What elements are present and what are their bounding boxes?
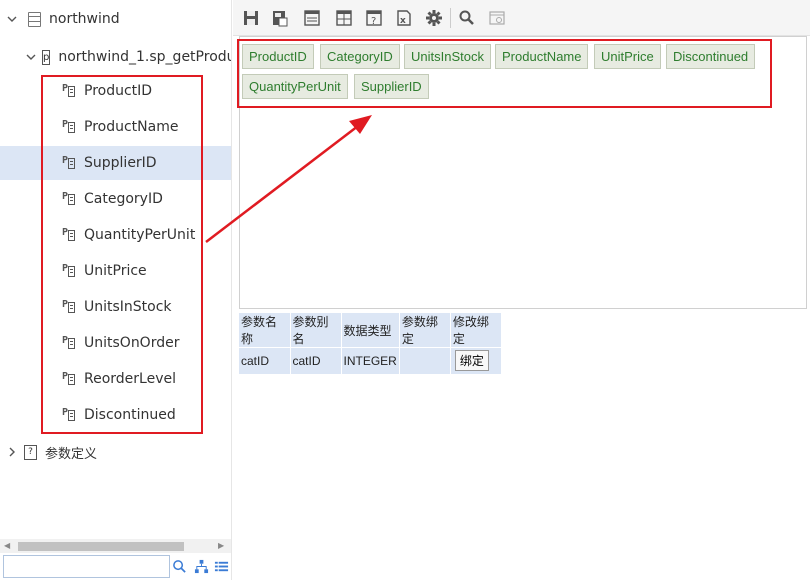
designer-toolbar: ? x [233,0,810,36]
tree-label-northwind: northwind [49,11,120,27]
save-as-icon[interactable] [271,9,289,27]
search-icon[interactable] [172,559,187,574]
scroll-right-icon[interactable]: ▶ [218,541,224,550]
tree-label-param-def: 参数定义 [45,446,98,462]
chevron-down-icon[interactable] [6,13,18,25]
scrollbar-thumb[interactable] [18,542,184,551]
tree-structure-icon[interactable] [194,559,209,574]
layout-icon[interactable] [303,9,321,27]
param-name-cell: catID [239,347,291,374]
tree-node-procedure[interactable]: p northwind_1.sp_getProdu [0,40,232,74]
column-header: 数据类型 [341,313,400,348]
fields-highlight-box [41,75,203,434]
param-binding-cell [399,347,451,374]
excel-icon[interactable]: x [395,9,413,27]
save-icon[interactable] [242,9,260,27]
grid-icon[interactable] [335,9,353,27]
gear-icon[interactable] [425,9,443,27]
tree-label-procedure: northwind_1.sp_getProdu [58,49,232,65]
horizontal-scrollbar[interactable]: ◀ ▶ [0,539,231,553]
tree-search-input[interactable] [3,555,170,578]
procedure-icon: p [42,49,51,65]
column-header: 参数绑定 [399,313,451,348]
param-def-icon: ? [24,444,37,460]
bind-button[interactable]: 绑定 [454,350,489,372]
search-icon[interactable] [458,9,476,27]
column-header: 参数名称 [239,313,291,348]
preview-icon[interactable] [488,9,506,27]
column-header: 修改绑定 [450,313,502,348]
scroll-left-icon[interactable]: ◀ [4,541,10,550]
tree-search-bar [0,553,231,580]
param-alias-cell[interactable]: catID [290,347,342,374]
tree-node-northwind[interactable]: northwind [0,2,231,36]
database-icon [28,11,41,27]
parameters-table: 参数名称 参数别名 数据类型 参数绑定 修改绑定 catID catID INT… [239,313,502,374]
svg-text:x: x [400,16,406,26]
toolbar-divider [450,8,451,28]
svg-text:?: ? [371,16,376,27]
help-icon[interactable]: ? [365,9,383,27]
tree-node-param-def[interactable]: ? 参数定义 [0,435,231,469]
param-type-cell: INTEGER [341,347,400,374]
list-view-icon[interactable] [214,559,229,574]
table-header-row: 参数名称 参数别名 数据类型 参数绑定 修改绑定 [239,313,502,348]
chevron-right-icon[interactable] [6,446,18,458]
param-edit-cell: 绑定 [450,347,502,374]
chips-highlight-box [237,39,772,108]
table-row[interactable]: catID catID INTEGER 绑定 [239,347,502,374]
chevron-down-icon[interactable] [26,51,36,63]
column-header: 参数别名 [290,313,342,348]
